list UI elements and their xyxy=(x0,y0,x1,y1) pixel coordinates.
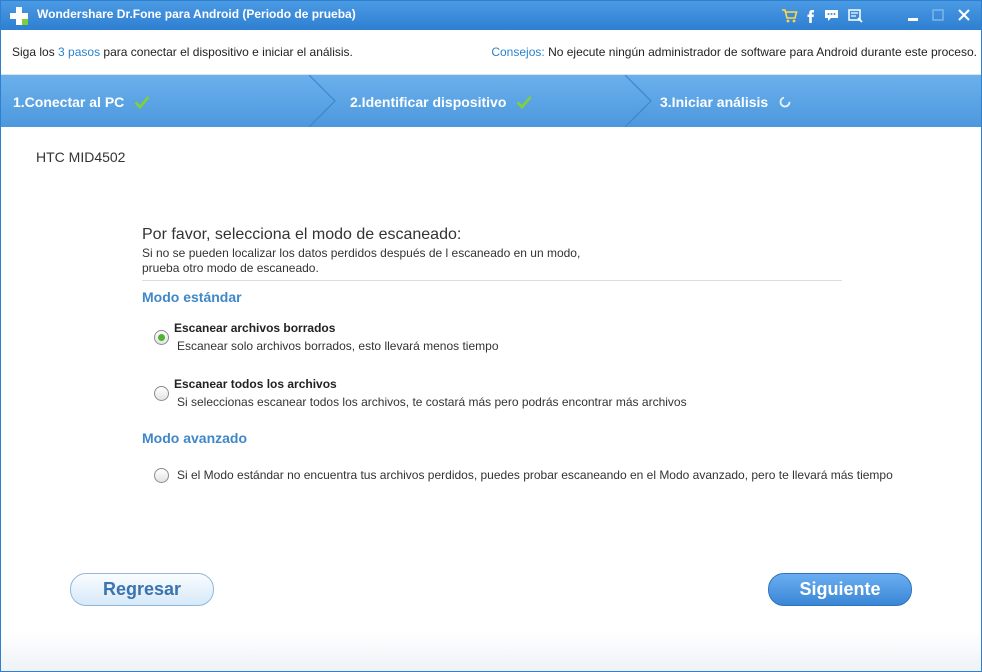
facebook-icon[interactable] xyxy=(802,7,819,24)
step-connect: 1.Conectar al PC xyxy=(13,94,150,110)
radio-scan-all[interactable] xyxy=(154,386,169,401)
tips-message: No ejecute ningún administrador de softw… xyxy=(548,45,977,59)
option-description: Escanear solo archivos borrados, esto ll… xyxy=(177,339,499,353)
close-icon[interactable] xyxy=(954,5,974,25)
spinner-icon xyxy=(779,96,791,108)
divider xyxy=(142,280,842,281)
option-title: Escanear todos los archivos xyxy=(174,377,337,391)
scan-mode-description: Si no se pueden localizar los datos perd… xyxy=(142,246,842,276)
next-button[interactable]: Siguiente xyxy=(768,573,912,606)
title-bar: Wondershare Dr.Fone para Android (Period… xyxy=(1,1,981,30)
instructions-suffix: para conectar el dispositivo e iniciar e… xyxy=(103,45,353,59)
step-identify: 2.Identificar dispositivo xyxy=(350,94,532,110)
scan-mode-heading: Por favor, selecciona el modo de escanea… xyxy=(142,226,462,243)
plus-logo-icon xyxy=(10,7,28,25)
advanced-mode-heading: Modo avanzado xyxy=(142,430,248,446)
radio-scan-deleted[interactable] xyxy=(154,330,169,345)
tips-text: Consejos: No ejecute ningún administrado… xyxy=(491,45,977,59)
description-line: Si no se pueden localizar los datos perd… xyxy=(142,246,581,260)
option-description: Si seleccionas escanear todos los archiv… xyxy=(177,395,687,409)
option-title: Escanear archivos borrados xyxy=(174,321,336,335)
option-scan-deleted[interactable]: Escanear archivos borrados Escanear solo… xyxy=(154,321,674,357)
steps-link[interactable]: 3 pasos xyxy=(58,45,100,59)
description-line: prueba otro modo de escaneado. xyxy=(142,261,319,275)
app-window: Wondershare Dr.Fone para Android (Period… xyxy=(0,0,982,672)
back-button[interactable]: Regresar xyxy=(70,573,214,606)
step-separator xyxy=(308,75,336,127)
maximize-icon[interactable] xyxy=(928,5,948,25)
device-name: HTC MID4502 xyxy=(36,149,126,165)
minimize-icon[interactable] xyxy=(903,5,923,25)
steps-bar: 1.Conectar al PC 2.Identificar dispositi… xyxy=(1,75,981,127)
option-advanced-scan[interactable]: Si el Modo estándar no encuentra tus arc… xyxy=(154,467,924,485)
footer-background xyxy=(1,631,981,671)
cart-icon[interactable] xyxy=(781,7,798,24)
standard-mode-heading: Modo estándar xyxy=(142,289,242,305)
step-separator xyxy=(624,75,652,127)
option-scan-all[interactable]: Escanear todos los archivos Si seleccion… xyxy=(154,377,874,413)
step-label: 1.Conectar al PC xyxy=(13,94,125,110)
step-label: 3.Iniciar análisis xyxy=(660,94,769,110)
window-title: Wondershare Dr.Fone para Android (Period… xyxy=(37,7,356,21)
chat-icon[interactable] xyxy=(823,7,840,24)
step-analyze: 3.Iniciar análisis xyxy=(660,94,792,110)
feedback-icon[interactable] xyxy=(847,7,864,24)
step-label: 2.Identificar dispositivo xyxy=(350,94,507,110)
tips-label: Consejos: xyxy=(491,45,545,59)
option-description: Si el Modo estándar no encuentra tus arc… xyxy=(177,468,893,482)
scan-mode-intro: Por favor, selecciona el modo de escanea… xyxy=(142,226,842,276)
instructions-text: Siga los 3 pasos para conectar el dispos… xyxy=(12,45,353,59)
checkmark-icon xyxy=(516,96,532,109)
info-bar: Siga los 3 pasos para conectar el dispos… xyxy=(1,30,981,75)
radio-advanced-scan[interactable] xyxy=(154,468,169,483)
checkmark-icon xyxy=(134,96,150,109)
instructions-prefix: Siga los xyxy=(12,45,55,59)
